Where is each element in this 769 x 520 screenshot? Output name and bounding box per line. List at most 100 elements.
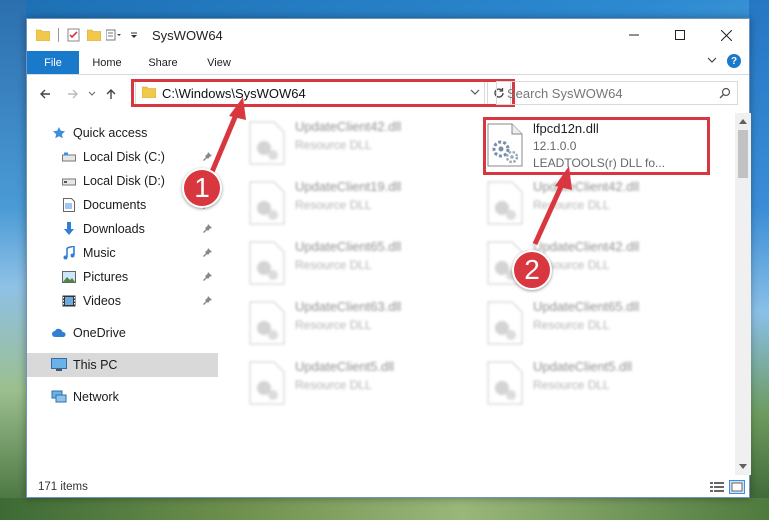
file-name: UpdateClient63.dll xyxy=(295,299,402,314)
sidebar-item-downloads[interactable]: Downloads xyxy=(27,217,218,241)
file-type: Resource DLL xyxy=(533,198,610,212)
minimize-button[interactable] xyxy=(611,19,657,51)
scroll-up-icon[interactable] xyxy=(735,113,751,129)
dll-file-icon xyxy=(249,181,285,225)
file-name: UpdateClient5.dll xyxy=(533,359,633,374)
desktop-background-left xyxy=(0,0,26,520)
file-item[interactable]: UpdateClient65.dll Resource DLL xyxy=(487,297,717,353)
music-icon xyxy=(61,245,77,261)
details-view-icon[interactable] xyxy=(709,480,725,497)
computer-icon xyxy=(51,357,67,373)
view-switcher xyxy=(709,480,745,497)
close-button[interactable] xyxy=(703,19,749,51)
sidebar-item-label: Music xyxy=(83,246,116,260)
pictures-icon xyxy=(61,269,77,285)
chevron-down-icon[interactable] xyxy=(466,88,484,99)
drive-icon xyxy=(61,173,77,189)
sidebar-item-this-pc[interactable]: This PC xyxy=(27,353,218,377)
sidebar-item-videos[interactable]: Videos xyxy=(27,289,218,313)
maximize-button[interactable] xyxy=(657,19,703,51)
sidebar-item-local-disk-c[interactable]: Local Disk (C:) xyxy=(27,145,218,169)
dll-file-icon xyxy=(249,301,285,345)
tab-view[interactable]: View xyxy=(191,51,247,74)
sidebar-item-label: This PC xyxy=(73,358,118,372)
customize-toolbar-icon[interactable] xyxy=(106,27,122,43)
dll-file-icon xyxy=(487,361,523,405)
new-folder-icon[interactable] xyxy=(86,27,102,43)
ribbon-right-controls: ? xyxy=(707,54,741,68)
toolbar-separator xyxy=(58,28,59,42)
file-name: UpdateClient65.dll xyxy=(295,239,402,254)
sidebar-item-label: Pictures xyxy=(83,270,129,284)
file-name: UpdateClient42.dll xyxy=(533,239,640,254)
file-type: Resource DLL xyxy=(295,198,372,212)
tab-share[interactable]: Share xyxy=(135,51,191,74)
forward-button[interactable] xyxy=(63,82,83,106)
file-item[interactable]: UpdateClient65.dll Resource DLL xyxy=(249,237,479,293)
file-item[interactable]: UpdateClient19.dll Resource DLL xyxy=(249,177,479,233)
properties-icon[interactable] xyxy=(66,27,82,43)
tab-home[interactable]: Home xyxy=(79,51,135,74)
file-item[interactable]: UpdateClient42.dll Resource DLL xyxy=(249,117,479,173)
search-box[interactable]: Search SysWOW64 xyxy=(496,81,738,105)
cloud-icon xyxy=(51,325,67,341)
documents-icon xyxy=(61,197,77,213)
sidebar-item-quick-access[interactable]: Quick access xyxy=(27,121,218,145)
dll-file-icon xyxy=(487,301,523,345)
sidebar-item-music[interactable]: Music xyxy=(27,241,218,265)
chevron-down-icon[interactable] xyxy=(126,27,142,43)
file-item[interactable]: UpdateClient42.dll Resource DLL xyxy=(487,177,717,233)
file-name: UpdateClient5.dll xyxy=(295,359,395,374)
sidebar-item-label: Videos xyxy=(83,294,121,308)
navigation-pane: Quick access Local Disk (C:) Local Disk … xyxy=(27,113,219,475)
file-item[interactable]: UpdateClient63.dll Resource DLL xyxy=(249,297,479,353)
pin-icon xyxy=(202,151,212,165)
sidebar-item-network[interactable]: Network xyxy=(27,385,218,409)
star-icon xyxy=(51,125,67,141)
sidebar-item-onedrive[interactable]: OneDrive xyxy=(27,321,218,345)
large-icons-view-icon[interactable] xyxy=(729,480,745,497)
recent-locations-button[interactable] xyxy=(85,82,99,106)
scrollbar-thumb[interactable] xyxy=(738,130,748,178)
expand-ribbon-icon[interactable] xyxy=(707,54,717,68)
sidebar-item-pictures[interactable]: Pictures xyxy=(27,265,218,289)
sidebar-item-label: Network xyxy=(73,390,119,404)
videos-icon xyxy=(61,293,77,309)
help-icon[interactable]: ? xyxy=(727,54,741,68)
dll-file-icon xyxy=(249,241,285,285)
sidebar-item-label: Local Disk (D:) xyxy=(83,174,165,188)
pin-icon xyxy=(202,247,212,261)
back-button[interactable] xyxy=(35,82,55,106)
sidebar-item-label: OneDrive xyxy=(73,326,126,340)
vertical-scrollbar[interactable] xyxy=(735,113,751,475)
sidebar-item-label: Quick access xyxy=(73,126,148,140)
file-item[interactable]: UpdateClient5.dll Resource DLL xyxy=(487,357,717,413)
file-list: UpdateClient42.dll Resource DLL UpdateCl… xyxy=(219,113,751,475)
file-type: Resource DLL xyxy=(295,258,372,272)
folder-icon xyxy=(141,86,157,101)
search-icon[interactable] xyxy=(713,87,737,99)
main-area: Quick access Local Disk (C:) Local Disk … xyxy=(27,113,751,475)
status-bar: 171 items xyxy=(27,475,751,499)
dll-file-icon xyxy=(249,121,285,165)
folder-icon[interactable] xyxy=(35,27,51,43)
dll-file-icon xyxy=(487,181,523,225)
file-type: Resource DLL xyxy=(295,138,372,152)
file-item[interactable]: UpdateClient5.dll Resource DLL xyxy=(249,357,479,413)
window-title: SysWOW64 xyxy=(152,27,223,43)
target-file-highlight xyxy=(483,117,710,175)
quick-access-toolbar xyxy=(27,27,142,43)
search-input[interactable]: Search SysWOW64 xyxy=(497,86,713,101)
tab-file[interactable]: File xyxy=(27,51,79,74)
scroll-down-icon[interactable] xyxy=(735,459,751,475)
file-type: Resource DLL xyxy=(533,378,610,392)
navigation-bar: C:\Windows\SysWOW64 Search SysWOW64 xyxy=(27,75,749,113)
address-bar[interactable]: C:\Windows\SysWOW64 xyxy=(135,81,485,105)
file-name: UpdateClient65.dll xyxy=(533,299,640,314)
drive-icon xyxy=(61,149,77,165)
address-path[interactable]: C:\Windows\SysWOW64 xyxy=(162,86,466,101)
up-button[interactable] xyxy=(101,82,121,106)
